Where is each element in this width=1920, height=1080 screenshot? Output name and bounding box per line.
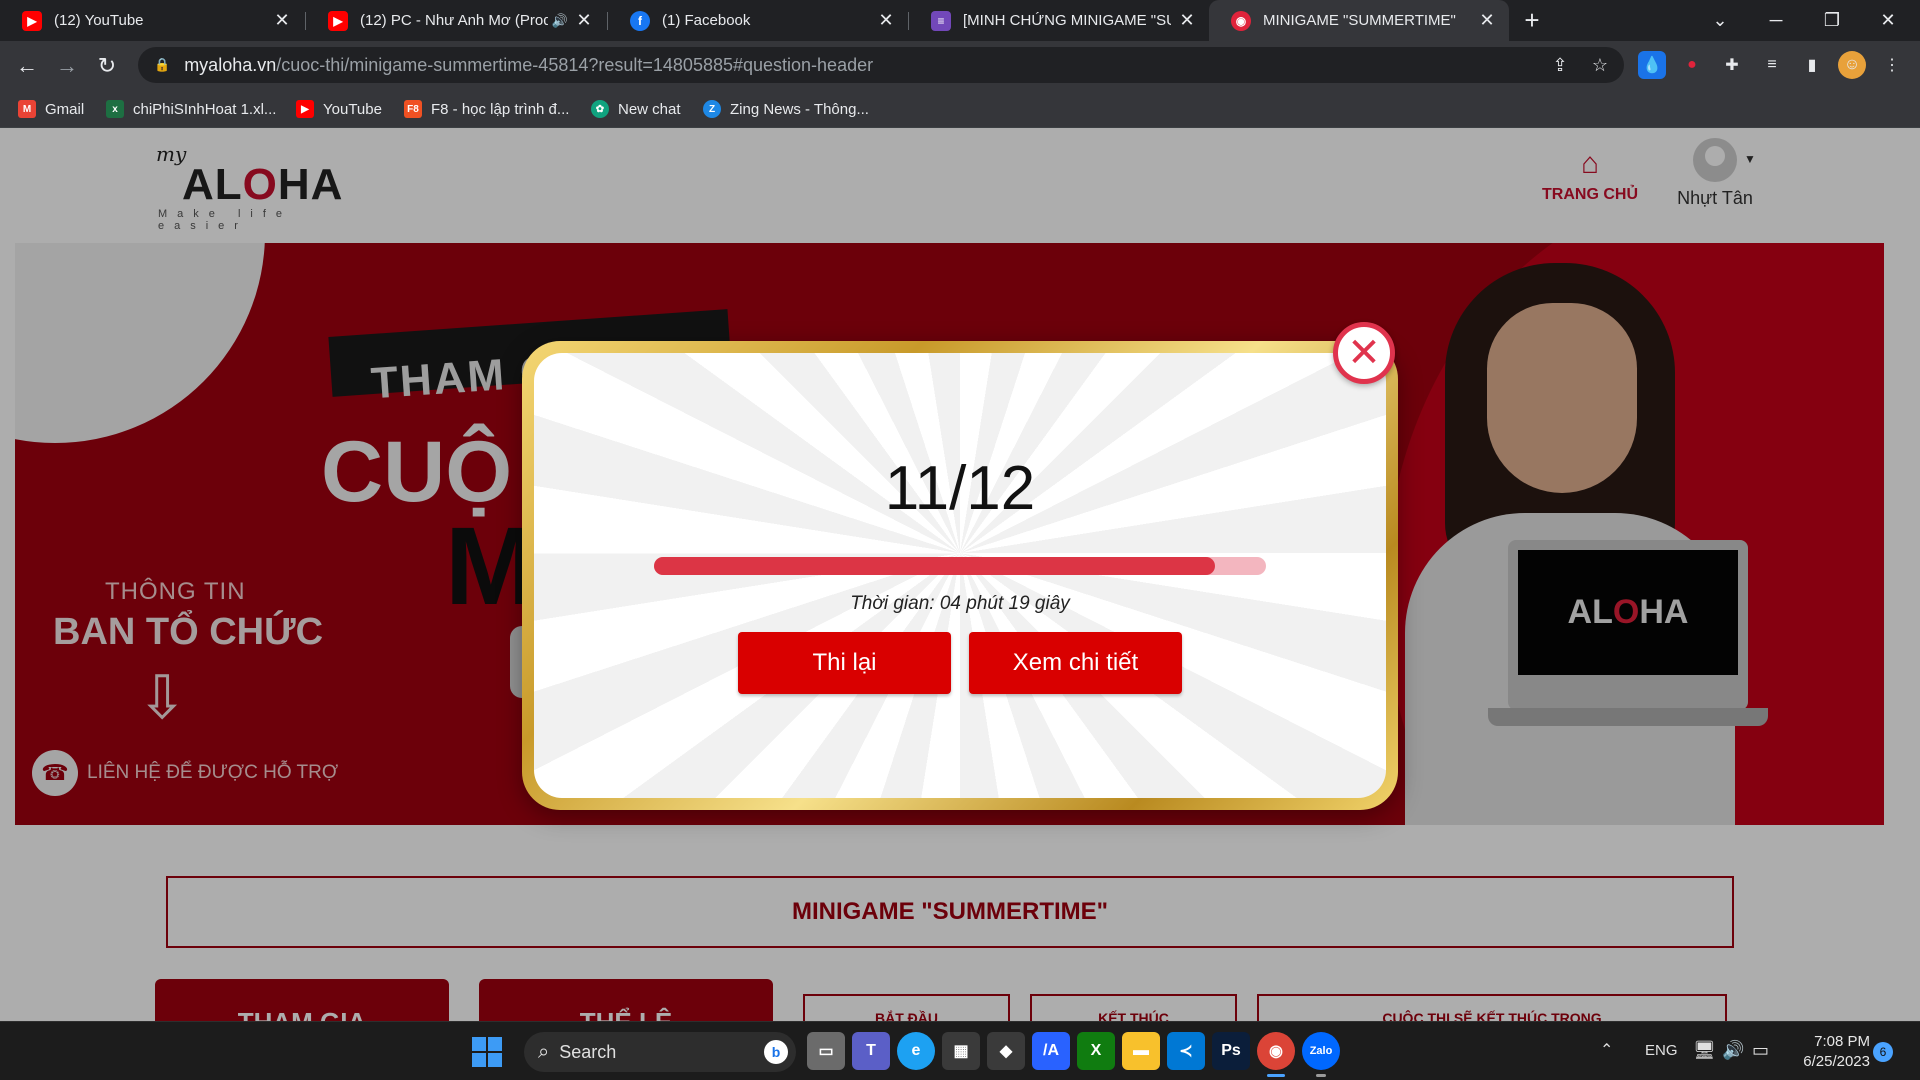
search-icon: ⌕: [538, 1040, 550, 1063]
battery-icon[interactable]: ▭: [1752, 1040, 1769, 1061]
extension-drop-icon[interactable]: 💧: [1638, 51, 1666, 79]
window-close-button[interactable]: ✕: [1860, 0, 1916, 41]
volume-icon[interactable]: 🔊: [1722, 1040, 1744, 1061]
bing-icon[interactable]: b: [764, 1040, 788, 1064]
browser-toolbar: ← → ↻ 🔒 myaloha.vn/cuoc-thi/minigame-sum…: [0, 41, 1920, 90]
url-host: myaloha.vn: [184, 54, 277, 75]
bookmark-excel[interactable]: x chiPhiSInhHoat 1.xl...: [106, 98, 276, 120]
close-icon[interactable]: ✕: [272, 10, 292, 31]
language-indicator[interactable]: ENG: [1645, 1042, 1678, 1059]
bookmark-label: YouTube: [323, 100, 382, 118]
side-panel-icon[interactable]: ▮: [1798, 51, 1826, 79]
file-explorer-alt-icon[interactable]: ▭: [807, 1032, 845, 1070]
score-progress-fill: [654, 557, 1216, 575]
network-icon[interactable]: 🖥: [1693, 1040, 1716, 1061]
bookmark-gmail[interactable]: M Gmail: [18, 98, 84, 120]
clock-date: 6/25/2023: [1803, 1053, 1870, 1070]
bookmark-label: chiPhiSInhHoat 1.xl...: [133, 100, 277, 118]
bookmark-zing[interactable]: Z Zing News - Thông...: [703, 98, 869, 120]
bookmark-label: New chat: [618, 100, 681, 118]
notification-badge[interactable]: 6: [1873, 1042, 1893, 1062]
tab-forms[interactable]: ≡ [MINH CHỨNG MINIGAME "SUM ✕: [909, 0, 1209, 41]
tab-title: (12) PC - Như Anh Mơ (Prod.: [360, 12, 548, 29]
score-progress-bar: [654, 557, 1266, 575]
score-text: 11/12: [884, 454, 1036, 523]
profile-avatar-icon[interactable]: ☺: [1838, 51, 1866, 79]
tab-title: (12) YouTube: [54, 12, 144, 29]
youtube-icon: ▶: [328, 10, 348, 31]
bookmark-label: Zing News - Thông...: [730, 100, 869, 118]
edge-icon[interactable]: e: [897, 1032, 935, 1070]
store-icon[interactable]: ▦: [942, 1032, 980, 1070]
result-modal: 11/12 Thời gian: 04 phút 19 giây Thi lại…: [522, 341, 1398, 810]
close-icon[interactable]: ✕: [1477, 10, 1497, 31]
new-tab-button[interactable]: +: [1518, 6, 1546, 34]
taskbar-search[interactable]: ⌕ Search b: [524, 1032, 796, 1072]
forms-icon: ≡: [931, 10, 951, 31]
clock-time: 7:08 PM: [1814, 1033, 1870, 1050]
menu-dots-icon[interactable]: ⋮: [1878, 51, 1906, 79]
restore-button[interactable]: ❐: [1804, 0, 1860, 41]
excel-icon: x: [106, 100, 124, 118]
url-path: /cuoc-thi/minigame-summertime-45814?resu…: [276, 54, 874, 75]
bookmark-label: F8 - học lập trình đ...: [431, 100, 570, 118]
puzzle-icon[interactable]: ✚: [1718, 51, 1746, 79]
star-icon[interactable]: ☆: [1590, 55, 1610, 75]
windows-start-icon[interactable]: [472, 1037, 502, 1067]
reload-button[interactable]: ↻: [91, 50, 123, 82]
tab-youtube-music[interactable]: ▶ (12) PC - Như Anh Mơ (Prod. 🔊 ✕: [306, 0, 606, 41]
extension-red-icon[interactable]: ●: [1678, 51, 1706, 79]
tab-minigame[interactable]: ◉ MINIGAME "SUMMERTIME" ✕: [1209, 0, 1509, 41]
vscode-icon[interactable]: ≺: [1167, 1032, 1205, 1070]
zalo-icon[interactable]: Zalo: [1302, 1032, 1340, 1077]
teams-icon[interactable]: T: [852, 1032, 890, 1070]
address-bar[interactable]: 🔒 myaloha.vn/cuoc-thi/minigame-summertim…: [138, 47, 1624, 83]
tab-title: MINIGAME "SUMMERTIME": [1263, 12, 1456, 29]
lock-icon[interactable]: 🔒: [154, 57, 170, 73]
zing-icon: Z: [703, 100, 721, 118]
forward-button[interactable]: →: [51, 50, 83, 82]
close-icon[interactable]: ✕: [574, 10, 594, 31]
f8-icon: F8: [404, 100, 422, 118]
minimize-button[interactable]: ─: [1748, 0, 1804, 41]
speaker-icon[interactable]: 🔊: [552, 13, 568, 29]
tab-title: [MINH CHỨNG MINIGAME "SUM: [963, 12, 1171, 29]
bookmarks-bar: M Gmail x chiPhiSInhHoat 1.xl... ▶ YouTu…: [0, 90, 1920, 128]
bookmark-f8[interactable]: F8 F8 - học lập trình đ...: [404, 98, 569, 120]
close-icon[interactable]: ✕: [876, 10, 896, 31]
facebook-icon: f: [630, 10, 650, 31]
tab-bar: ▶ (12) YouTube ✕ ▶ (12) PC - Như Anh Mơ …: [0, 0, 1920, 41]
search-placeholder: Search: [559, 1041, 617, 1062]
chatgpt-icon: ✿: [591, 100, 609, 118]
bookmark-youtube[interactable]: ▶ YouTube: [296, 98, 382, 120]
bookmark-label: Gmail: [45, 100, 85, 118]
result-modal-body: 11/12 Thời gian: 04 phút 19 giây Thi lại…: [534, 353, 1386, 798]
folder-icon[interactable]: ▬: [1122, 1032, 1160, 1070]
tab-title: (1) Facebook: [662, 12, 751, 29]
gmail-icon: M: [18, 100, 36, 118]
elapsed-time: Thời gian: 04 phút 19 giây: [850, 593, 1070, 614]
tab-youtube[interactable]: ▶ (12) YouTube ✕: [0, 0, 304, 41]
close-icon[interactable]: ✕: [1177, 10, 1197, 31]
share-icon[interactable]: ⇪: [1550, 55, 1570, 75]
youtube-icon: ▶: [296, 100, 314, 118]
tab-search-button[interactable]: ⌄: [1692, 0, 1748, 41]
close-icon[interactable]: ✕: [1333, 322, 1395, 384]
bookmark-new-chat[interactable]: ✿ New chat: [591, 98, 681, 120]
taskbar: ⌕ Search b ▭ Te ▦ ◆/A X ▬ ≺ Ps ◉ Zalo ⌃ ENG 🖥 🔊 ▭…: [0, 1021, 1920, 1080]
view-details-button[interactable]: Xem chi tiết: [969, 632, 1182, 694]
back-button[interactable]: ←: [11, 50, 43, 82]
youtube-icon: ▶: [22, 10, 42, 31]
myaloha-icon: ◉: [1231, 10, 1251, 31]
chevron-up-icon[interactable]: ⌃: [1600, 1040, 1613, 1060]
unity-icon[interactable]: ◆: [987, 1032, 1025, 1070]
xbox-icon[interactable]: X: [1077, 1032, 1115, 1070]
tab-facebook[interactable]: f (1) Facebook ✕: [608, 0, 908, 41]
chrome-icon[interactable]: ◉: [1257, 1032, 1295, 1077]
photoshop-icon[interactable]: Ps: [1212, 1032, 1250, 1070]
media-queue-icon[interactable]: ≡: [1758, 51, 1786, 79]
vs-code-alt-icon[interactable]: /A: [1032, 1032, 1070, 1070]
system-clock[interactable]: 7:08 PM 6/25/2023: [1790, 1032, 1870, 1072]
retry-button[interactable]: Thi lại: [738, 632, 951, 694]
